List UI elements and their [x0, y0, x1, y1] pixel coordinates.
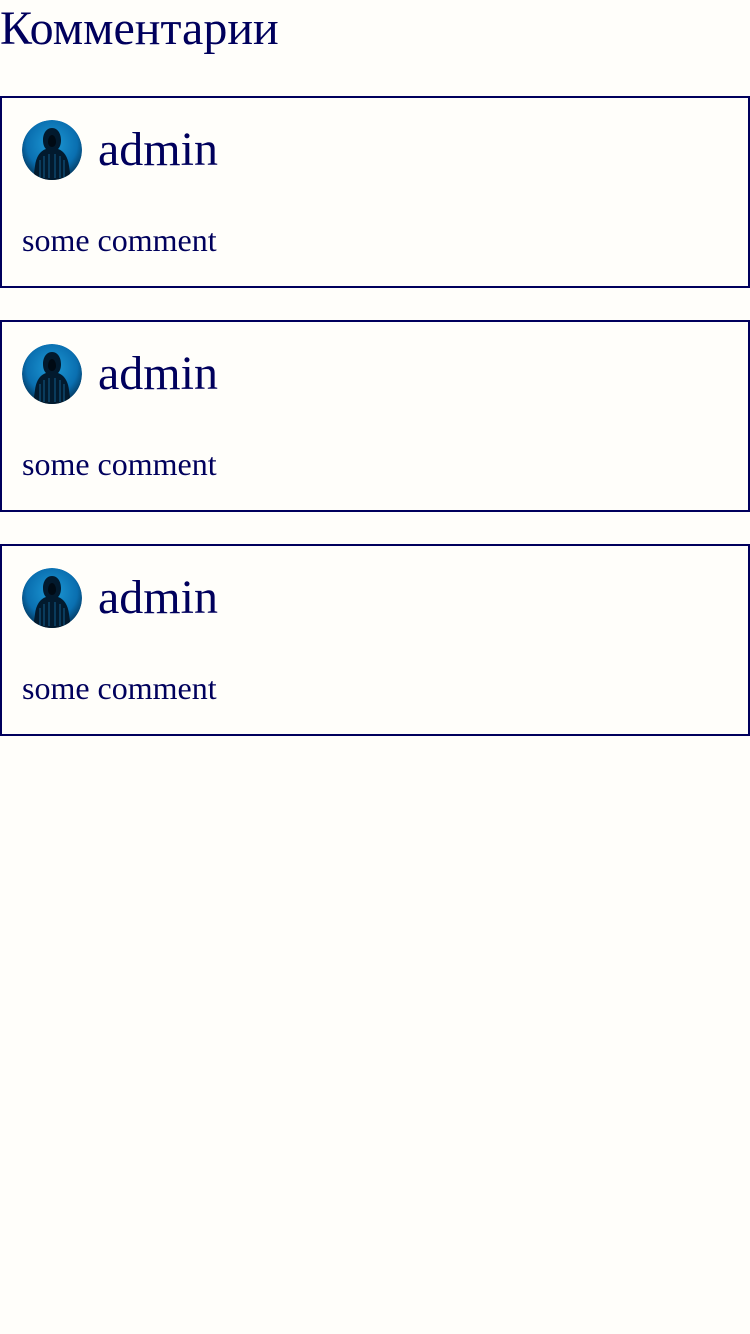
comment-card: admin some comment	[0, 544, 750, 736]
comments-list: admin some comment admin some comment ad…	[0, 96, 750, 736]
comment-header: admin	[22, 568, 218, 628]
avatar-icon[interactable]	[22, 568, 82, 628]
avatar-icon[interactable]	[22, 344, 82, 404]
comment-text: some comment	[22, 222, 217, 258]
comment-card: admin some comment	[0, 96, 750, 288]
page-title: Комментарии	[0, 2, 279, 55]
comment-text: some comment	[22, 670, 217, 706]
comment-author: admin	[98, 123, 218, 176]
avatar-icon[interactable]	[22, 120, 82, 180]
comment-card: admin some comment	[0, 320, 750, 512]
comment-header: admin	[22, 120, 218, 180]
comment-author: admin	[98, 347, 218, 400]
comment-text: some comment	[22, 446, 217, 482]
comment-header: admin	[22, 344, 218, 404]
comment-author: admin	[98, 571, 218, 624]
